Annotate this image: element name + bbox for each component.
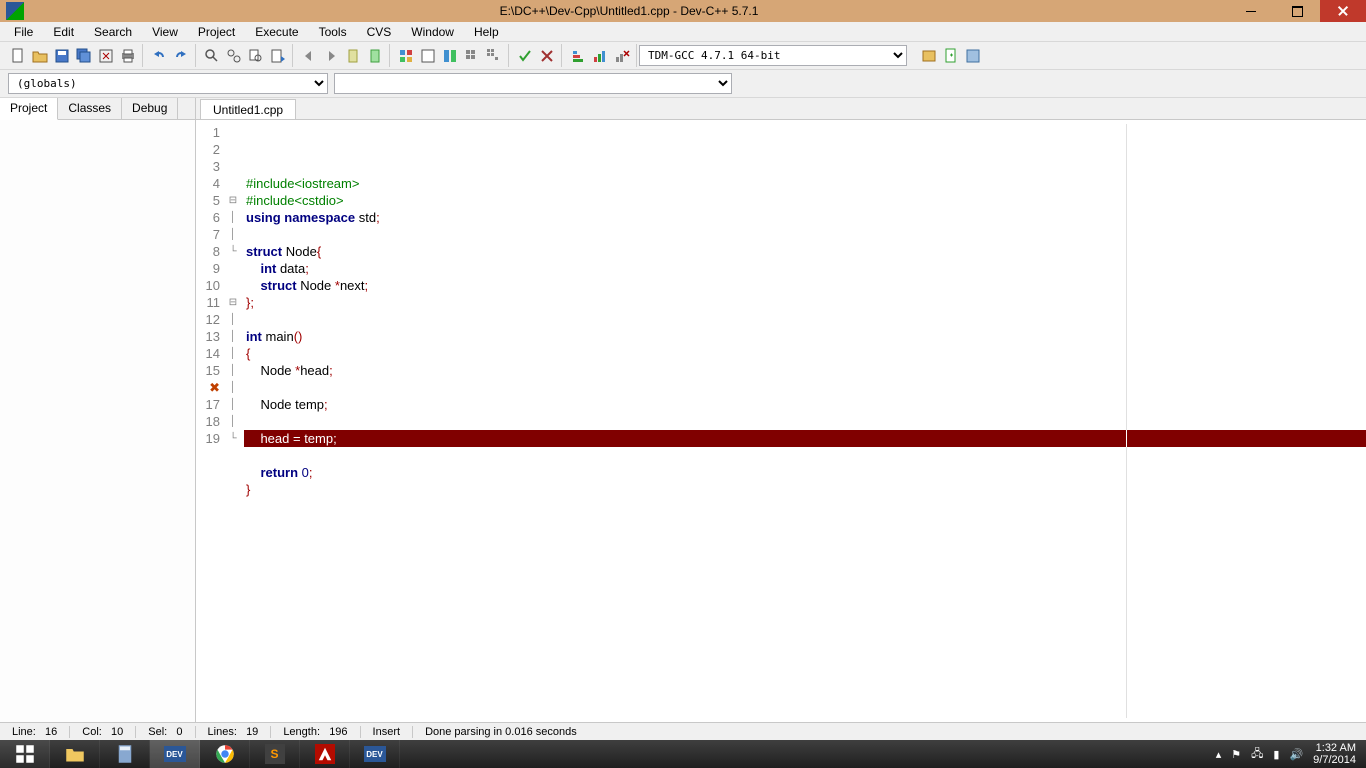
close-file-icon[interactable] (96, 46, 116, 66)
window-title: E:\DC++\Dev-Cpp\Untitled1.cpp - Dev-C++ … (30, 4, 1228, 18)
add-file-icon[interactable] (941, 46, 961, 66)
status-bar: Line: 16 Col: 10 Sel: 0 Lines: 19 Length… (0, 722, 1366, 740)
scope-toolbar: (globals) (0, 70, 1366, 98)
abort-icon[interactable] (537, 46, 557, 66)
taskbar-devcpp2-icon[interactable]: DEV (350, 740, 400, 768)
taskbar-devcpp-icon[interactable]: DEV (150, 740, 200, 768)
side-panel: ProjectClassesDebug (0, 98, 196, 722)
menu-bar: FileEditSearchViewProjectExecuteToolsCVS… (0, 22, 1366, 42)
line-number-gutter: 123456789101112131415✖171819 (196, 120, 226, 722)
redo-icon[interactable] (171, 46, 191, 66)
windows-taskbar: DEV S DEV ▴ ⚑ 🖧 ▮ 🔊 1:32 AM 9/7/2014 (0, 740, 1366, 768)
tray-flag-icon[interactable]: ⚑ (1231, 748, 1241, 761)
right-margin-line (1126, 124, 1127, 718)
title-bar: E:\DC++\Dev-Cpp\Untitled1.cpp - Dev-C++ … (0, 0, 1366, 22)
status-line: Line: 16 (0, 726, 70, 738)
save-icon[interactable] (52, 46, 72, 66)
compiler-selector[interactable]: TDM-GCC 4.7.1 64-bit (639, 45, 907, 66)
taskbar-explorer-icon[interactable] (50, 740, 100, 768)
print-icon[interactable] (118, 46, 138, 66)
new-file-icon[interactable] (8, 46, 28, 66)
minimize-button[interactable] (1228, 0, 1274, 22)
goto-icon[interactable] (268, 46, 288, 66)
file-tabs: Untitled1.cpp (196, 98, 1366, 120)
project-options-icon[interactable] (963, 46, 983, 66)
menu-cvs[interactable]: CVS (357, 23, 402, 41)
status-sel: Sel: 0 (136, 726, 195, 738)
tray-network-icon[interactable]: 🖧 (1251, 745, 1263, 764)
menu-help[interactable]: Help (464, 23, 509, 41)
tray-volume-icon[interactable]: 🔊 (1289, 748, 1303, 761)
code-body[interactable]: #include<iostream>#include<cstdio>using … (240, 120, 1366, 722)
close-button[interactable] (1320, 0, 1366, 22)
status-message: Done parsing in 0.016 seconds (413, 726, 1366, 738)
side-tab-project[interactable]: Project (0, 98, 58, 120)
status-length: Length: 196 (271, 726, 360, 738)
back-icon[interactable] (299, 46, 319, 66)
find-in-files-icon[interactable] (246, 46, 266, 66)
fold-column[interactable]: ⊟││└⊟│││││││└ (226, 120, 240, 722)
open-file-icon[interactable] (30, 46, 50, 66)
tray-clock[interactable]: 1:32 AM 9/7/2014 (1313, 742, 1356, 766)
find-icon[interactable] (202, 46, 222, 66)
compile-icon[interactable] (396, 46, 416, 66)
scope-selector[interactable]: (globals) (8, 73, 328, 94)
menu-search[interactable]: Search (84, 23, 142, 41)
side-tab-debug[interactable]: Debug (122, 98, 178, 119)
syntax-check-icon[interactable] (515, 46, 535, 66)
taskbar-adobe-icon[interactable] (300, 740, 350, 768)
goto-bookmark-icon[interactable] (365, 46, 385, 66)
main-toolbar: TDM-GCC 4.7.1 64-bit (0, 42, 1366, 70)
bookmark-icon[interactable] (343, 46, 363, 66)
rebuild-icon[interactable] (462, 46, 482, 66)
code-editor[interactable]: 123456789101112131415✖171819 ⊟││└⊟││││││… (196, 120, 1366, 722)
menu-view[interactable]: View (142, 23, 188, 41)
start-button[interactable] (0, 740, 50, 768)
side-tabs: ProjectClassesDebug (0, 98, 195, 120)
profile-icon[interactable] (590, 46, 610, 66)
save-all-icon[interactable] (74, 46, 94, 66)
system-tray: ▴ ⚑ 🖧 ▮ 🔊 1:32 AM 9/7/2014 (1206, 742, 1366, 766)
menu-edit[interactable]: Edit (43, 23, 84, 41)
forward-icon[interactable] (321, 46, 341, 66)
taskbar-calc-icon[interactable] (100, 740, 150, 768)
undo-icon[interactable] (149, 46, 169, 66)
menu-execute[interactable]: Execute (245, 23, 308, 41)
tray-chevron-up-icon[interactable]: ▴ (1216, 748, 1222, 761)
status-mode: Insert (361, 726, 414, 738)
menu-file[interactable]: File (4, 23, 43, 41)
menu-window[interactable]: Window (401, 23, 464, 41)
debug-icon[interactable] (568, 46, 588, 66)
rebuild-all-icon[interactable] (484, 46, 504, 66)
app-icon (6, 2, 24, 20)
tray-battery-icon[interactable]: ▮ (1273, 748, 1279, 761)
status-lines: Lines: 19 (196, 726, 272, 738)
editor-area: Untitled1.cpp 123456789101112131415✖1718… (196, 98, 1366, 722)
taskbar-chrome-icon[interactable] (200, 740, 250, 768)
taskbar-sublime-icon[interactable]: S (250, 740, 300, 768)
menu-project[interactable]: Project (188, 23, 245, 41)
file-tab-untitled[interactable]: Untitled1.cpp (200, 99, 296, 119)
project-tree[interactable] (0, 120, 195, 722)
menu-tools[interactable]: Tools (309, 23, 357, 41)
compile-run-icon[interactable] (440, 46, 460, 66)
content-area: ProjectClassesDebug Untitled1.cpp 123456… (0, 98, 1366, 722)
delete-profile-icon[interactable] (612, 46, 632, 66)
member-selector[interactable] (334, 73, 732, 94)
maximize-button[interactable] (1274, 0, 1320, 22)
new-project-icon[interactable] (919, 46, 939, 66)
side-tab-classes[interactable]: Classes (58, 98, 122, 119)
replace-icon[interactable] (224, 46, 244, 66)
status-col: Col: 10 (70, 726, 136, 738)
run-icon[interactable] (418, 46, 438, 66)
